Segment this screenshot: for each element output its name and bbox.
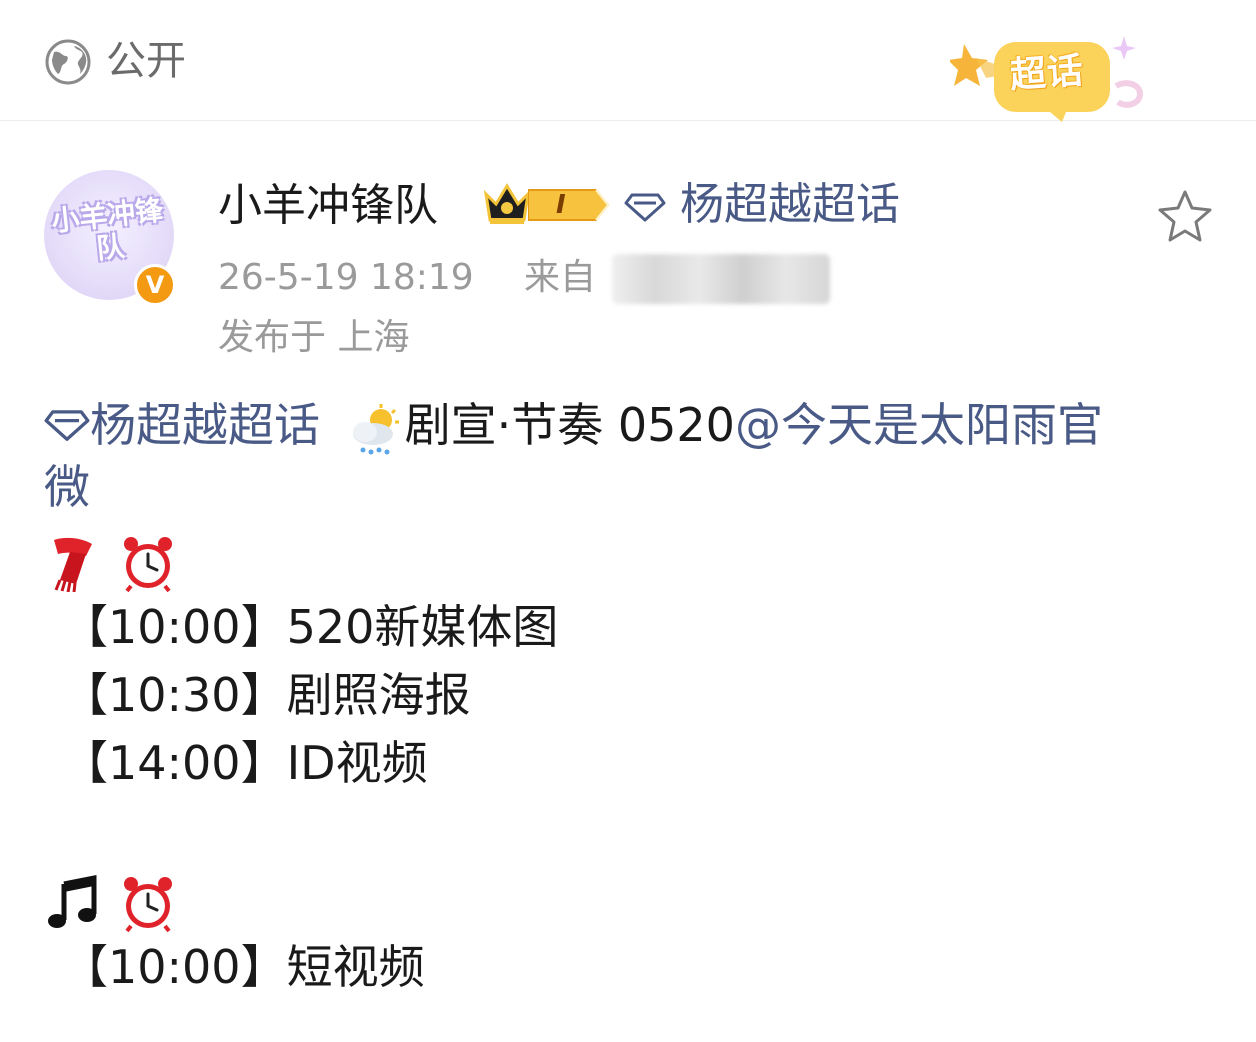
schedule-time: 【14:00】 (62, 736, 287, 790)
mention-link[interactable]: @今天是太阳雨官 (735, 398, 1103, 452)
post-time: 26-5-19 18:19 (218, 257, 474, 298)
schedule-text: 短视频 (286, 940, 425, 994)
schedule-text: 剧照海报 (286, 668, 471, 722)
header-topic-link[interactable]: 杨超越超话 (680, 178, 900, 232)
emoji-row-2 (46, 872, 177, 932)
schedule-text: 520新媒体图 (286, 600, 559, 654)
post-body-line1: 杨超越超话 剧宣·节奏 0520@今天是太阳雨官 (44, 392, 1103, 458)
schedule-item: 【10:00】短视频 (62, 934, 425, 1000)
schedule-time: 【10:30】 (62, 668, 287, 722)
sun-rain-emoji-icon (352, 403, 399, 454)
source-prefix: 来自 (524, 257, 597, 298)
emoji-row-1 (46, 532, 177, 592)
mention-link-continued[interactable]: 微 (44, 454, 90, 520)
alarm-clock-emoji-icon (123, 536, 172, 592)
schedule-item: 【10:30】剧照海报 (62, 662, 471, 728)
scarf-emoji-icon (54, 537, 92, 592)
visibility-label[interactable]: 公开 (106, 34, 186, 88)
supertopic-badge-label: 超话 (1008, 50, 1086, 97)
post-location: 发布于 上海 (218, 317, 410, 358)
level-badge-icon (528, 189, 610, 221)
schedule-item: 【14:00】ID视频 (62, 730, 428, 796)
verified-badge: V (134, 264, 176, 306)
alarm-clock-emoji-icon (123, 876, 172, 932)
schedule-time: 【10:00】 (62, 940, 287, 994)
crown-icon (483, 183, 531, 224)
schedule-text: ID视频 (286, 736, 428, 790)
body-text-after-topic: 剧宣·节奏 0520 (404, 398, 735, 452)
schedule-time: 【10:00】 (62, 600, 287, 654)
diamond-topic-icon (624, 193, 666, 222)
schedule-item: 【10:00】520新媒体图 (62, 594, 558, 660)
music-note-emoji-icon (48, 874, 97, 928)
body-topic-link[interactable]: 杨超越超话 (90, 398, 320, 452)
author-name[interactable]: 小羊冲锋队 (218, 180, 438, 232)
star-outline-icon[interactable] (1156, 188, 1214, 244)
globe-icon (45, 39, 91, 85)
top-bar: 公开 超话 (0, 0, 1256, 122)
level-text: I (556, 190, 566, 220)
diamond-topic-icon (44, 409, 90, 441)
avatar-text: 小羊冲锋队 (49, 193, 165, 266)
blurred-source (612, 254, 830, 304)
